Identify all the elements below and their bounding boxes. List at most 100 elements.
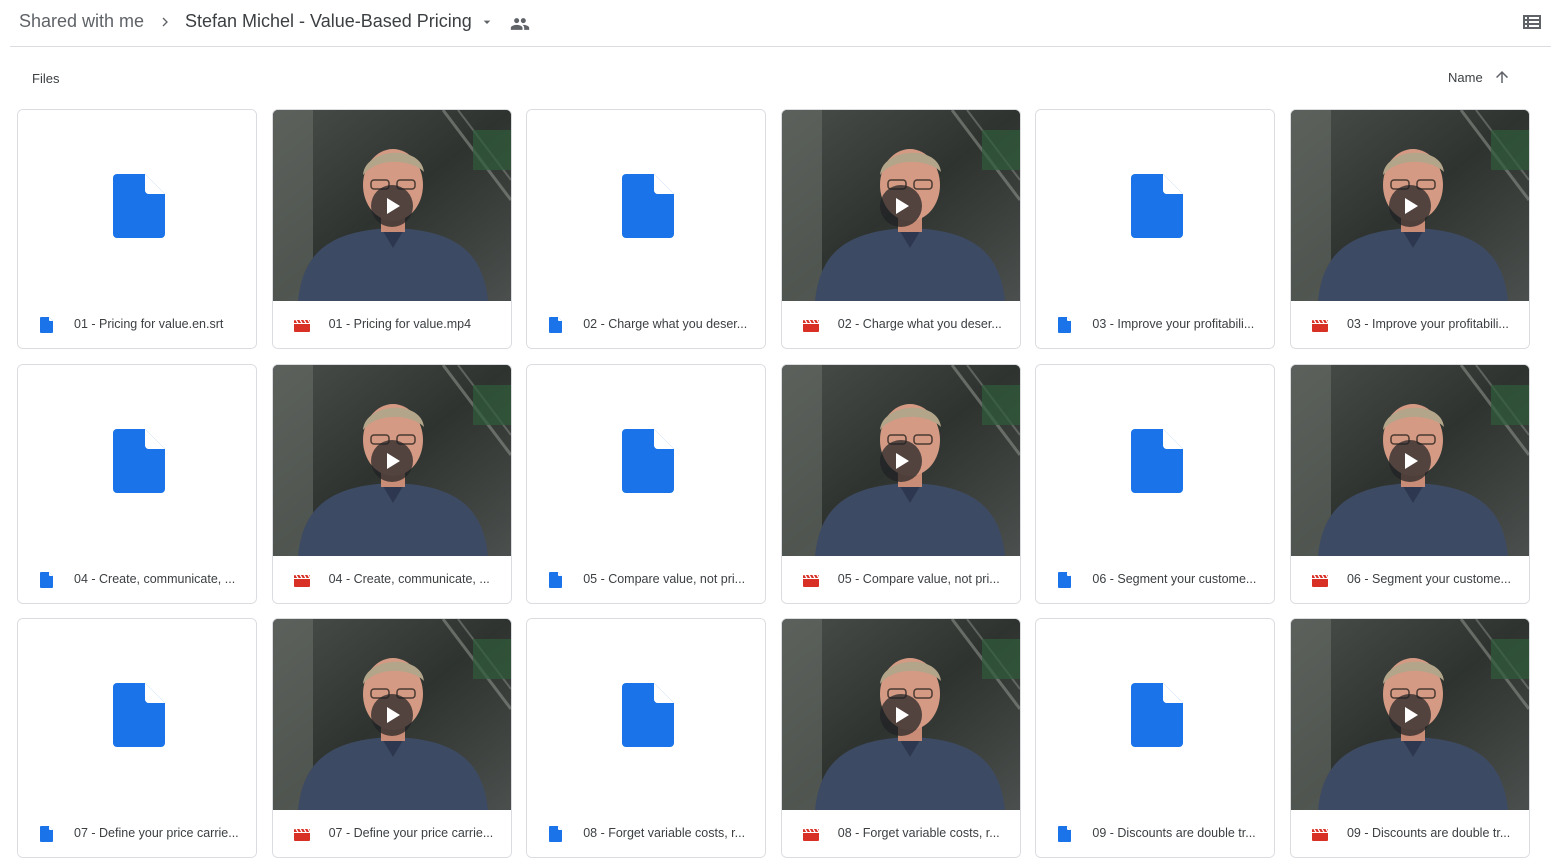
file-name: 09 - Discounts are double tr... xyxy=(1092,826,1256,840)
google-doc-icon xyxy=(40,826,53,842)
play-button[interactable] xyxy=(879,439,922,482)
google-doc-icon xyxy=(1058,317,1072,333)
file-card-footer: 06 - Segment your custome... xyxy=(1290,555,1529,603)
video-clapper-icon xyxy=(802,574,819,587)
video-file-card[interactable]: 07 - Define your price carrie... xyxy=(271,618,512,858)
file-card-footer: 08 - Forget variable costs, r... xyxy=(527,810,766,857)
arrow-up-icon[interactable] xyxy=(1493,68,1511,86)
play-button[interactable] xyxy=(879,694,922,736)
video-thumbnail xyxy=(781,110,1020,301)
file-card-footer: 01 - Pricing for value.en.srt xyxy=(18,301,256,348)
doc-thumbnail xyxy=(18,364,256,556)
file-card-footer: 09 - Discounts are double tr... xyxy=(1290,810,1529,857)
doc-file-card[interactable]: 07 - Define your price carrie... xyxy=(17,618,257,858)
google-doc-icon xyxy=(549,317,563,333)
video-file-card[interactable]: 08 - Forget variable costs, r... xyxy=(780,618,1021,858)
google-doc-icon xyxy=(549,571,563,588)
google-doc-icon xyxy=(113,428,165,493)
file-card-footer: 04 - Create, communicate, ... xyxy=(272,555,511,603)
doc-thumbnail xyxy=(1036,619,1275,810)
file-card-footer: 07 - Define your price carrie... xyxy=(272,810,511,857)
play-button[interactable] xyxy=(1388,694,1431,736)
doc-file-card[interactable]: 03 - Improve your profitabili... xyxy=(1035,109,1276,349)
doc-thumbnail xyxy=(1036,364,1275,556)
sort-by-name-button[interactable]: Name xyxy=(1448,70,1483,85)
breadcrumb-current-folder[interactable]: Stefan Michel - Value-Based Pricing xyxy=(185,11,472,32)
google-doc-icon xyxy=(1131,174,1184,238)
play-button[interactable] xyxy=(370,694,413,736)
video-file-card[interactable]: 04 - Create, communicate, ... xyxy=(271,363,512,604)
google-doc-icon xyxy=(1058,826,1072,842)
file-name: 08 - Forget variable costs, r... xyxy=(837,826,1000,840)
chevron-right-icon xyxy=(162,17,168,27)
play-button[interactable] xyxy=(370,185,413,227)
file-name: 01 - Pricing for value.en.srt xyxy=(74,317,224,331)
file-name: 09 - Discounts are double tr... xyxy=(1346,826,1511,840)
caret-down-icon[interactable] xyxy=(479,14,495,30)
google-doc-icon xyxy=(622,683,675,747)
file-name: 06 - Segment your custome... xyxy=(1346,571,1511,586)
video-file-card[interactable]: 02 - Charge what you deser... xyxy=(780,109,1021,349)
doc-file-card[interactable]: 01 - Pricing for value.en.srt xyxy=(17,109,257,349)
video-clapper-icon xyxy=(293,828,310,841)
doc-file-card[interactable]: 02 - Charge what you deser... xyxy=(526,109,767,349)
file-name: 02 - Charge what you deser... xyxy=(583,317,748,331)
play-button[interactable] xyxy=(1388,185,1431,227)
google-doc-icon xyxy=(40,571,53,588)
video-thumbnail xyxy=(1290,364,1529,556)
google-doc-icon xyxy=(1131,683,1184,747)
file-card-footer: 01 - Pricing for value.mp4 xyxy=(272,301,511,348)
file-name: 02 - Charge what you deser... xyxy=(837,317,1002,331)
play-button[interactable] xyxy=(1388,439,1431,482)
video-clapper-icon xyxy=(1311,574,1328,587)
video-clapper-icon xyxy=(802,319,819,332)
video-file-card[interactable]: 03 - Improve your profitabili... xyxy=(1289,109,1530,349)
doc-file-card[interactable]: 04 - Create, communicate, ... xyxy=(17,363,257,604)
video-clapper-icon xyxy=(293,574,310,587)
doc-file-card[interactable]: 05 - Compare value, not pri... xyxy=(526,363,767,604)
list-view-icon[interactable] xyxy=(1520,10,1544,34)
file-card-footer: 07 - Define your price carrie... xyxy=(18,810,256,857)
video-thumbnail xyxy=(1290,110,1529,301)
doc-file-card[interactable]: 08 - Forget variable costs, r... xyxy=(526,618,767,858)
video-file-card[interactable]: 05 - Compare value, not pri... xyxy=(780,363,1021,604)
video-file-card[interactable]: 06 - Segment your custome... xyxy=(1289,363,1530,604)
video-thumbnail xyxy=(272,110,511,301)
doc-file-card[interactable]: 09 - Discounts are double tr... xyxy=(1035,618,1276,858)
play-icon xyxy=(895,198,909,214)
file-name: 07 - Define your price carrie... xyxy=(328,826,494,840)
file-card-footer: 04 - Create, communicate, ... xyxy=(18,555,256,603)
play-icon xyxy=(386,452,400,469)
video-thumbnail xyxy=(781,619,1020,810)
video-clapper-icon xyxy=(1311,319,1328,332)
play-icon xyxy=(386,707,400,723)
play-button[interactable] xyxy=(879,185,922,227)
file-grid: 01 - Pricing for value.en.srt 01 - Prici… xyxy=(17,109,1530,858)
file-name: 08 - Forget variable costs, r... xyxy=(583,826,746,840)
file-name: 01 - Pricing for value.mp4 xyxy=(328,317,472,331)
video-file-card[interactable]: 01 - Pricing for value.mp4 xyxy=(271,109,512,349)
video-file-card[interactable]: 09 - Discounts are double tr... xyxy=(1289,618,1530,858)
play-icon xyxy=(1404,198,1418,214)
breadcrumb-shared-with-me[interactable]: Shared with me xyxy=(19,11,144,32)
play-button[interactable] xyxy=(370,439,413,482)
file-name: 03 - Improve your profitabili... xyxy=(1346,317,1509,331)
doc-thumbnail xyxy=(18,110,256,301)
doc-file-card[interactable]: 06 - Segment your custome... xyxy=(1035,363,1276,604)
google-doc-icon xyxy=(549,826,563,842)
file-name: 06 - Segment your custome... xyxy=(1092,571,1257,586)
file-card-footer: 03 - Improve your profitabili... xyxy=(1290,301,1529,348)
google-doc-icon xyxy=(1058,571,1072,588)
people-icon xyxy=(510,18,530,30)
play-icon xyxy=(895,707,909,723)
google-doc-icon xyxy=(622,174,675,238)
file-name: 04 - Create, communicate, ... xyxy=(74,571,236,586)
file-card-footer: 06 - Segment your custome... xyxy=(1036,555,1275,603)
file-name: 07 - Define your price carrie... xyxy=(74,826,239,840)
file-name: 05 - Compare value, not pri... xyxy=(837,571,1000,586)
file-name: 04 - Create, communicate, ... xyxy=(328,571,490,586)
google-doc-icon xyxy=(40,317,53,333)
file-card-footer: 02 - Charge what you deser... xyxy=(781,301,1020,348)
google-doc-icon xyxy=(113,174,165,238)
google-doc-icon xyxy=(622,428,675,493)
